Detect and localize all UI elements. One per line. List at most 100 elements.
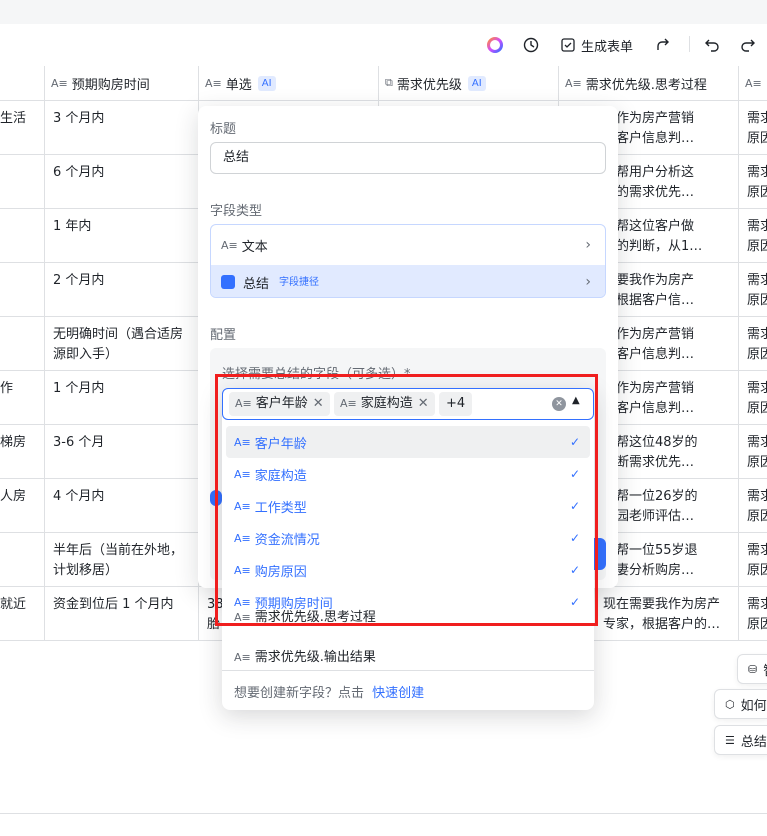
cell-line: 现在需要我作为房产 (603, 597, 721, 612)
table-cell[interactable]: 作 (0, 371, 45, 425)
table-cell[interactable]: 人房 (0, 479, 45, 533)
select-fields-label: 选择需要总结的字段（可多选）* (222, 367, 411, 382)
column-header-partial[interactable] (0, 66, 45, 101)
column-title: 单选 (225, 77, 252, 93)
floating-button-2[interactable]: ⬡ 如何使 (714, 689, 767, 719)
share-icon[interactable] (655, 24, 671, 66)
list-item[interactable]: A≡ 资金流情况 ✓ (226, 522, 590, 554)
table-cell[interactable]: 生活 (0, 101, 45, 155)
cell-line: 原因 (747, 185, 767, 200)
table-cell[interactable]: 无明确时间（遇合适房源即入手） (45, 317, 199, 371)
table-cell[interactable]: 需求原因 (739, 533, 767, 587)
column-header-priority-reasoning[interactable]: A≡ 需求优先级.思考过程 (559, 66, 739, 101)
table-cell[interactable]: 梯房 (0, 425, 45, 479)
option-label: 购房原因 (254, 564, 307, 580)
list-item[interactable]: A≡ 需求优先级.输出结果 (234, 646, 376, 665)
table-cell[interactable]: 6 个月内 (45, 155, 199, 209)
title-input[interactable]: 总结 (210, 142, 606, 174)
toggle-partial[interactable] (210, 490, 222, 506)
column-header-priority[interactable]: ⧉ 需求优先级 AI (379, 66, 559, 101)
remove-chip-icon[interactable]: ✕ (313, 396, 324, 411)
list-item[interactable]: A≡ 客户年龄 ✓ (226, 426, 590, 458)
table-cell[interactable] (0, 317, 45, 371)
check-icon: ✓ (569, 531, 580, 545)
text-field-icon: A≡ (340, 397, 357, 410)
list-item[interactable]: A≡ 家庭构造 ✓ (226, 458, 590, 490)
cell-line: 需求 (747, 165, 767, 180)
config-label: 配置 (210, 328, 237, 343)
list-item[interactable]: A≡ 需求优先级.思考过程 (234, 606, 376, 625)
table-cell[interactable] (0, 533, 45, 587)
table-cell[interactable]: 需求原因 (739, 101, 767, 155)
check-icon: ✓ (569, 499, 580, 513)
cell-line: 需求 (747, 111, 767, 126)
floating-label: 智 (763, 660, 767, 679)
cell-line: 儿园老师评估… (603, 509, 695, 524)
table-cell[interactable] (0, 155, 45, 209)
title-label: 标题 (210, 122, 237, 137)
table-cell[interactable]: 需求原因 (739, 155, 767, 209)
column-header-purchase-time[interactable]: A≡ 预期购房时间 (45, 66, 199, 101)
extra-options: A≡ 需求优先级.思考过程 A≡ 需求优先级.输出结果 (222, 604, 594, 668)
redo-icon[interactable] (740, 24, 756, 66)
text-field-icon: A≡ (235, 397, 252, 410)
table-cell[interactable]: 需求原因 (739, 587, 767, 641)
remove-chip-icon[interactable]: ✕ (418, 396, 429, 411)
more-chip-count[interactable]: +4 (439, 392, 473, 416)
clear-all-icon[interactable]: ✕ (552, 397, 566, 411)
field-type-summary-option[interactable]: 总结 字段捷径 › (211, 265, 605, 297)
cell-line: 需求 (747, 273, 767, 288)
history-icon[interactable] (522, 24, 540, 66)
cell-line: 据客户信息判… (603, 131, 695, 146)
table-cell[interactable]: 1 年内 (45, 209, 199, 263)
table-cell[interactable]: 需求原因 (739, 263, 767, 317)
option-label: 资金流情况 (254, 532, 320, 548)
undo-icon[interactable] (704, 24, 720, 66)
table-cell[interactable]: 需求原因 (739, 425, 767, 479)
table-cell[interactable]: 1 个月内 (45, 371, 199, 425)
floating-button-3[interactable]: ☰ 总结主 (714, 725, 767, 755)
text-field-icon: A≡ (234, 563, 251, 577)
table-cell[interactable] (0, 209, 45, 263)
cell-line: 据客户信息判… (603, 347, 695, 362)
cell-line: 需求 (747, 327, 767, 342)
confirm-button-partial[interactable] (594, 538, 606, 570)
list-item[interactable]: A≡ 工作类型 ✓ (226, 490, 590, 522)
table-cell[interactable]: 就近 (0, 587, 45, 641)
cell-text: 6 个月内 (53, 165, 105, 180)
table-cell[interactable]: 半年后（当前在外地，计划移居） (45, 533, 199, 587)
cell-text: 1 个月内 (53, 381, 105, 396)
table-cell[interactable]: 4 个月内 (45, 479, 199, 533)
floating-label: 如何使 (740, 698, 767, 714)
list-item[interactable]: A≡ 购房原因 ✓ (226, 554, 590, 586)
cell-line: 需求 (747, 597, 767, 612)
option-label: 工作类型 (254, 500, 307, 516)
field-type-text-option[interactable]: A≡ 文本 › (211, 228, 605, 262)
table-cell[interactable]: 3 个月内 (45, 101, 199, 155)
field-type-label: 字段类型 (210, 204, 263, 219)
table-cell[interactable]: 需求原因 (739, 209, 767, 263)
table-cell[interactable]: 需求原因 (739, 371, 767, 425)
cell-line: 原因 (747, 293, 767, 308)
field-type-summary-label: 总结 (243, 276, 270, 292)
table-cell[interactable]: 资金到位后 1 个月内 (45, 587, 199, 641)
field-multiselect-input[interactable]: A≡ 客户年龄 ✕ A≡ 家庭构造 ✕ +4 ✕ ▲ (222, 388, 594, 420)
column-header-single-select[interactable]: A≡ 单选 AI (199, 66, 379, 101)
column-header-partial-right[interactable]: A≡ (739, 66, 767, 101)
table-cell[interactable]: 需求原因 (739, 317, 767, 371)
cell-text: 就近 (0, 597, 27, 612)
table-cell[interactable]: 3-6 个月 (45, 425, 199, 479)
table-cell[interactable]: 需求原因 (739, 479, 767, 533)
column-title: 预期购房时间 (71, 77, 150, 93)
cell-text: 生活 (0, 111, 27, 126)
quick-create-link[interactable]: 快速创建 (372, 686, 424, 701)
text-field-icon: A≡ (234, 467, 251, 481)
floating-button-1[interactable]: ⛁智 (737, 654, 767, 684)
option-label: 需求优先级.输出结果 (254, 650, 376, 665)
table-cell[interactable] (0, 263, 45, 317)
table-cell[interactable]: 2 个月内 (45, 263, 199, 317)
ai-assistant-icon[interactable] (486, 24, 504, 66)
generate-form-button[interactable]: 生成表单 (560, 24, 633, 66)
field-shortcut-badge: 字段捷径 (275, 274, 324, 290)
chevron-up-icon[interactable]: ▲ (572, 395, 580, 406)
